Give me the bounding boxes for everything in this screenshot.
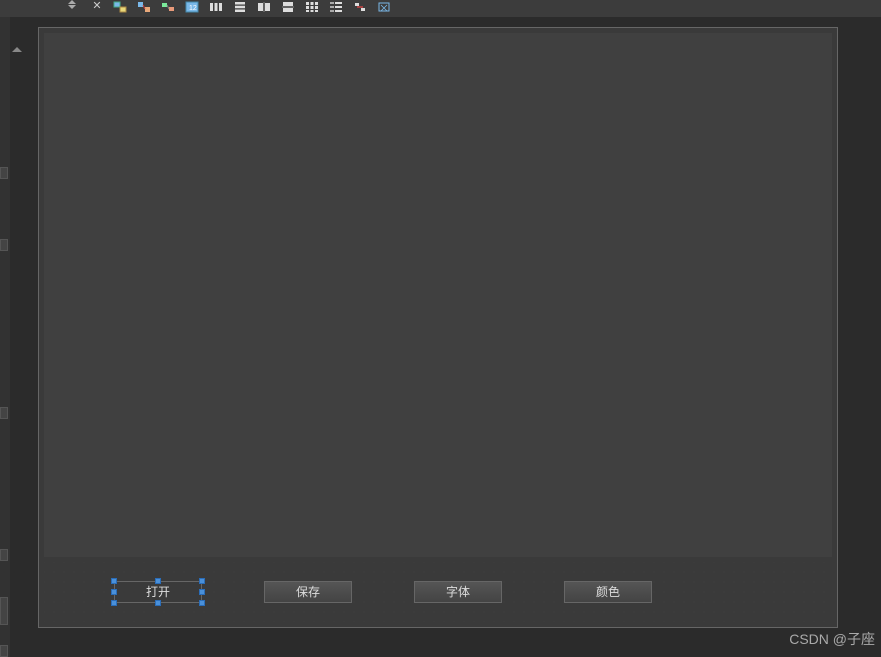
resize-handle[interactable] (155, 600, 161, 606)
edit-widgets-icon[interactable] (112, 0, 128, 14)
watermark-text: CSDN @子座 (789, 629, 875, 649)
panel-marker[interactable] (0, 549, 8, 561)
layout-form-icon[interactable] (328, 0, 344, 14)
edit-buddies-icon[interactable] (160, 0, 176, 14)
break-layout-icon[interactable] (352, 0, 368, 14)
color-button[interactable]: 颜色 (564, 581, 652, 603)
svg-text:12: 12 (189, 5, 197, 12)
adjust-size-icon[interactable] (376, 0, 392, 14)
button-label: 保存 (296, 585, 320, 599)
layout-horizontal-splitter-icon[interactable] (256, 0, 272, 14)
panel-marker[interactable] (0, 645, 8, 657)
edit-signals-icon[interactable] (136, 0, 152, 14)
panel-marker[interactable] (0, 167, 8, 179)
resize-handle[interactable] (199, 578, 205, 584)
form-designer-frame[interactable]: 打开 保存 字体 颜色 (38, 27, 838, 628)
panel-marker[interactable] (0, 239, 8, 251)
button-label: 颜色 (596, 585, 620, 599)
save-button[interactable]: 保存 (264, 581, 352, 603)
layout-vertical-icon[interactable] (232, 0, 248, 14)
font-button[interactable]: 字体 (414, 581, 502, 603)
button-row-container[interactable]: 打开 保存 字体 颜色 (44, 562, 832, 622)
layout-vertical-splitter-icon[interactable] (280, 0, 296, 14)
left-markers (0, 17, 10, 657)
spinner-control[interactable] (68, 0, 82, 14)
spinner-down-icon[interactable] (68, 5, 76, 9)
layout-grid-icon[interactable] (304, 0, 320, 14)
resize-handle[interactable] (199, 589, 205, 595)
panel-marker[interactable] (0, 597, 8, 625)
collapse-arrow-icon[interactable] (12, 47, 22, 52)
toolbar: ✕ 12 (0, 0, 881, 17)
resize-handle[interactable] (155, 578, 161, 584)
edit-tab-order-icon[interactable]: 12 (184, 0, 200, 14)
layout-horizontal-icon[interactable] (208, 0, 224, 14)
close-icon[interactable]: ✕ (90, 0, 104, 14)
button-label: 字体 (446, 585, 470, 599)
resize-handle[interactable] (111, 578, 117, 584)
form-canvas[interactable] (44, 33, 832, 557)
panel-marker[interactable] (0, 407, 8, 419)
button-label: 打开 (146, 585, 170, 599)
resize-handle[interactable] (199, 600, 205, 606)
resize-handle[interactable] (111, 589, 117, 595)
open-button[interactable]: 打开 (114, 581, 202, 603)
toolbar-icons: 12 (112, 0, 392, 14)
spinner-up-icon[interactable] (68, 0, 76, 4)
resize-handle[interactable] (111, 600, 117, 606)
